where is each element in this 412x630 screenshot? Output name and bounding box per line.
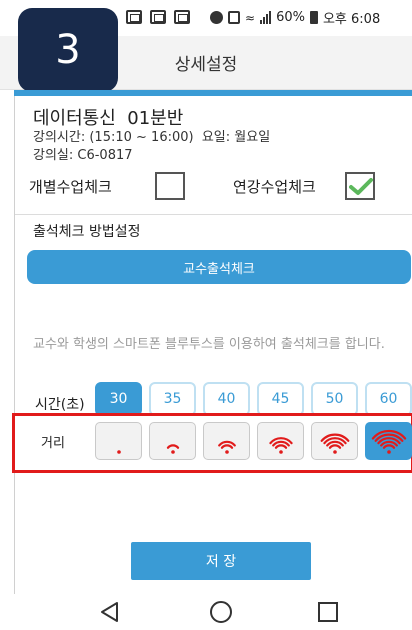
wifi-signal-icon <box>217 440 236 454</box>
distance-level-5-button[interactable] <box>311 422 358 460</box>
distance-label: 거리 <box>41 436 65 451</box>
wifi-signal-icon <box>268 437 293 454</box>
vibrate-icon <box>228 11 240 24</box>
time-option-30[interactable]: 30 <box>95 382 142 416</box>
battery-icon <box>309 11 318 24</box>
distance-level-6-button[interactable] <box>365 422 412 460</box>
wifi-signal-icon <box>116 450 121 454</box>
notification-icons <box>126 10 190 24</box>
back-triangle-icon[interactable] <box>96 598 124 626</box>
gallery-notification-icon <box>126 10 142 24</box>
wifi-signal-icon <box>371 429 406 454</box>
clock: 오후 6:08 <box>322 12 381 27</box>
consecutive-checkbox[interactable] <box>345 172 375 200</box>
distance-level-1-button[interactable] <box>95 422 142 460</box>
wifi-icon: ≈ <box>245 10 256 25</box>
distance-level-4-button[interactable] <box>257 422 304 460</box>
save-button[interactable]: 저 장 <box>131 542 311 580</box>
step-number-badge: 3 <box>18 8 118 92</box>
wifi-signal-icon <box>166 444 179 454</box>
professor-check-button[interactable]: 교수출석체크 <box>27 250 411 284</box>
time-option-35[interactable]: 35 <box>149 382 196 416</box>
method-label: 출석체크 방법설정 <box>33 224 141 240</box>
phone-screen: ≈ 60% 오후 6:08 상세설정 3 데이터통신 01분반 강의시간: (1… <box>0 0 412 630</box>
distance-level-3-button[interactable] <box>203 422 250 460</box>
settings-content: 데이터통신 01분반 강의시간: (15:10 ~ 16:00) 요일: 월요일… <box>12 96 412 602</box>
individual-check-label: 개별수업체크 <box>29 178 112 196</box>
system-status: ≈ 60% 오후 6:08 <box>210 8 380 27</box>
distance-level-2-button[interactable] <box>149 422 196 460</box>
time-label: 시간(초) <box>35 397 85 413</box>
recent-square-icon[interactable] <box>314 598 342 626</box>
wifi-signal-icon <box>320 433 349 454</box>
course-room: 강의실: C6-0817 <box>33 148 133 163</box>
mail-notification-icon <box>174 10 190 24</box>
individual-checkbox[interactable] <box>155 172 185 200</box>
signal-icon <box>260 11 272 24</box>
time-option-45[interactable]: 45 <box>257 382 304 416</box>
method-description: 교수와 학생의 스마트폰 블루투스를 이용하여 출석체크를 합니다. <box>33 337 385 352</box>
navigation-bar <box>14 594 412 630</box>
course-time: 강의시간: (15:10 ~ 16:00) 요일: 월요일 <box>33 130 271 145</box>
bluetooth-icon <box>210 11 223 24</box>
time-option-40[interactable]: 40 <box>203 382 250 416</box>
time-option-60[interactable]: 60 <box>365 382 412 416</box>
home-circle-icon[interactable] <box>207 598 235 626</box>
image-notification-icon <box>150 10 166 24</box>
checkmark-icon <box>349 178 373 195</box>
divider <box>15 214 412 215</box>
consecutive-check-label: 연강수업체크 <box>233 178 316 196</box>
battery-percent: 60% <box>276 10 305 25</box>
time-option-50[interactable]: 50 <box>311 382 358 416</box>
